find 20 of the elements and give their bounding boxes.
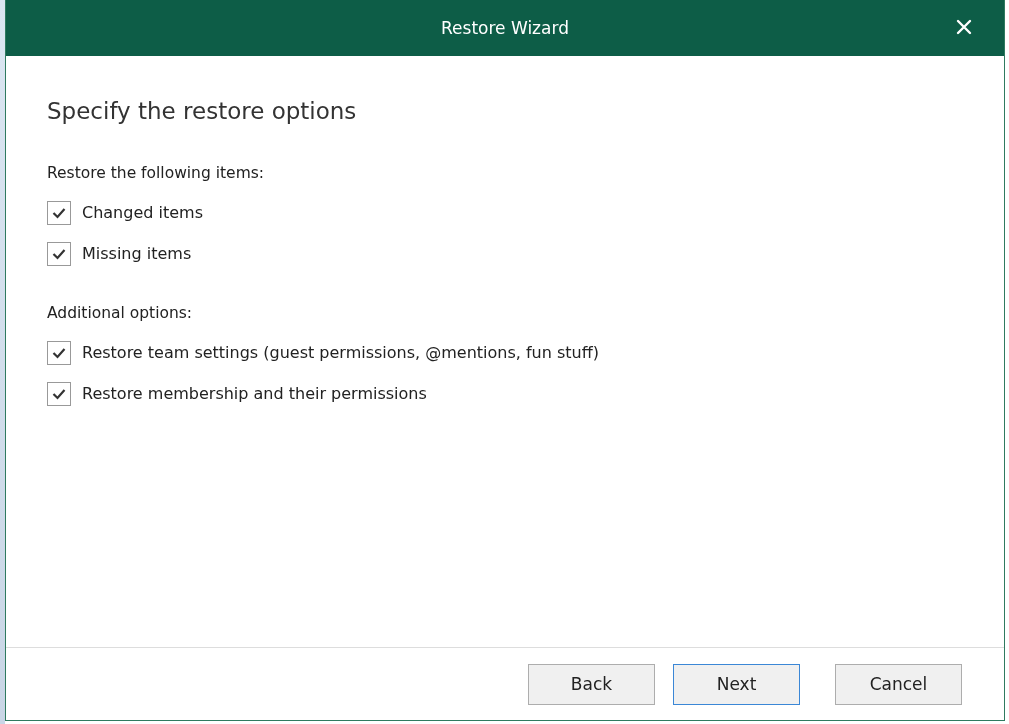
group-label: Restore the following items: bbox=[47, 164, 266, 182]
close-icon[interactable] bbox=[956, 19, 972, 35]
checkmark-icon bbox=[52, 247, 66, 260]
checkmark-icon bbox=[52, 346, 66, 359]
checkmark-icon bbox=[52, 387, 66, 400]
group-label: Additional options: bbox=[47, 304, 194, 322]
checkbox-label: Restore membership and their permissions bbox=[82, 384, 427, 403]
checkbox-label: Restore team settings (guest permissions, @mentions, fun stuff) bbox=[82, 343, 599, 362]
window-title: Restore Wizard bbox=[441, 18, 569, 38]
checkmark-icon bbox=[52, 206, 66, 219]
wizard-button[interactable]: Back bbox=[528, 663, 655, 705]
page-heading: Specify the restore options bbox=[47, 98, 358, 124]
checkbox[interactable] bbox=[47, 340, 71, 365]
wizard-button[interactable]: Cancel bbox=[835, 663, 962, 705]
checkbox[interactable] bbox=[47, 381, 71, 406]
checkbox-label: Missing items bbox=[82, 244, 192, 263]
checkbox[interactable] bbox=[47, 200, 71, 225]
checkbox-label: Changed items bbox=[82, 203, 203, 222]
checkbox[interactable] bbox=[47, 241, 71, 266]
wizard-button[interactable]: Next bbox=[673, 663, 800, 705]
